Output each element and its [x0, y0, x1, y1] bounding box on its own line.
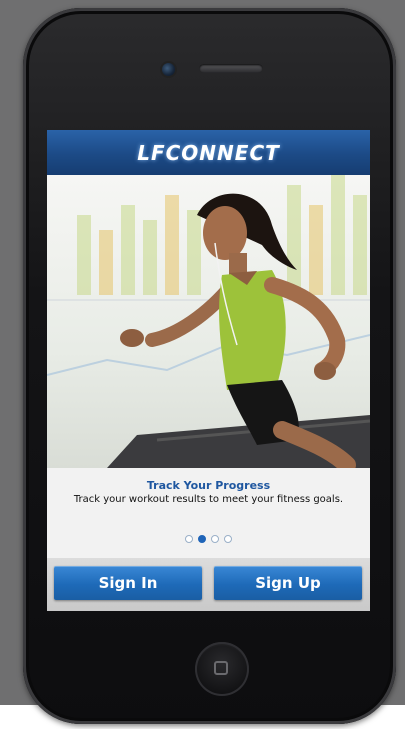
- page-dot-2[interactable]: [198, 535, 206, 543]
- page-dot-3[interactable]: [211, 535, 219, 543]
- page-dot-4[interactable]: [224, 535, 232, 543]
- sign-in-button[interactable]: Sign In: [54, 566, 202, 600]
- front-camera-icon: [162, 63, 175, 76]
- runner-illustration: [47, 175, 370, 468]
- onboarding-description: Track your workout results to meet your …: [73, 494, 344, 505]
- onboarding-title: Track Your Progress: [146, 479, 271, 492]
- app-screen: LFCONNECT Track Your Progress Track your…: [47, 130, 370, 611]
- app-header: LFCONNECT: [47, 130, 370, 175]
- onboarding-caption: Track Your Progress Track your workout r…: [47, 479, 370, 507]
- app-logo: LFCONNECT: [137, 140, 280, 165]
- page-indicator: [47, 535, 370, 543]
- page-dot-1[interactable]: [185, 535, 193, 543]
- home-button[interactable]: [195, 642, 249, 696]
- home-square-icon: [214, 661, 228, 675]
- sign-up-button[interactable]: Sign Up: [214, 566, 362, 600]
- hero-image: [47, 175, 370, 468]
- earpiece-speaker: [199, 64, 263, 73]
- auth-button-bar: Sign In Sign Up: [47, 558, 370, 611]
